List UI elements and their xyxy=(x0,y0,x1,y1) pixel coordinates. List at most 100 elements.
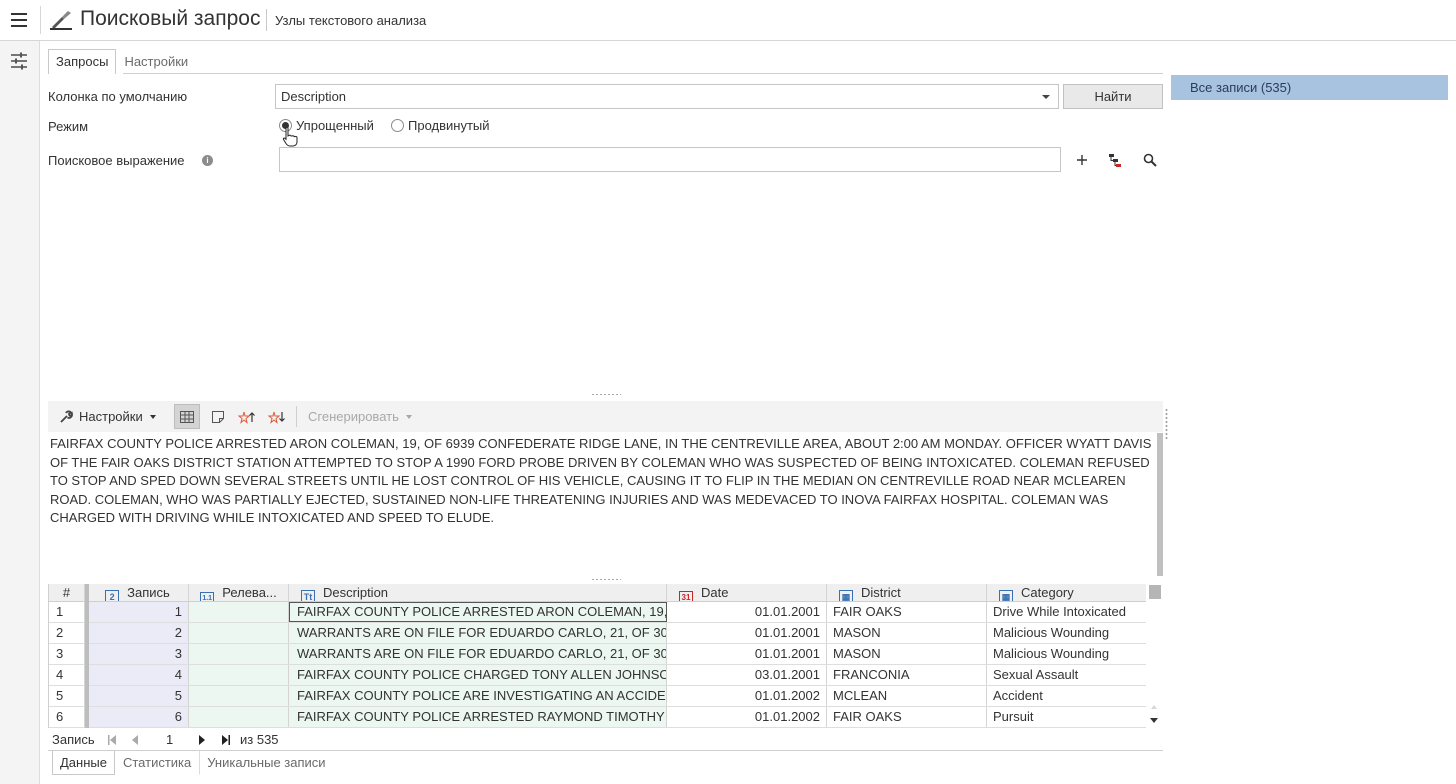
tab-data[interactable]: Данные xyxy=(52,751,115,775)
cell-record[interactable]: 2 xyxy=(87,623,189,643)
cell-record[interactable]: 4 xyxy=(87,665,189,685)
cell-date[interactable]: 03.01.2001 xyxy=(667,665,827,685)
all-records-item[interactable]: Все записи (535) xyxy=(1171,75,1448,100)
mode-advanced-label: Продвинутый xyxy=(408,118,490,133)
tab-unique-records[interactable]: Уникальные записи xyxy=(199,751,333,775)
default-column-select[interactable]: Description xyxy=(275,84,1059,109)
tab-statistics[interactable]: Статистика xyxy=(115,751,199,775)
scrollbar-thumb[interactable] xyxy=(1149,585,1161,599)
generate-dropdown-button[interactable]: Сгенерировать xyxy=(308,404,412,429)
table-row[interactable]: 1 1 FAIRFAX COUNTY POLICE ARRESTED ARON CO… xyxy=(49,602,1146,623)
cell-district[interactable]: FAIR OAKS xyxy=(827,707,987,727)
sort-desc-button[interactable] xyxy=(264,404,290,429)
search-icon[interactable] xyxy=(1142,152,1158,168)
page-subtitle: Узлы текстового анализа xyxy=(275,13,427,28)
cell-date[interactable]: 01.01.2001 xyxy=(667,602,827,622)
column-header-record[interactable]: 2 Запись xyxy=(87,584,189,601)
cell-record[interactable]: 5 xyxy=(87,686,189,706)
tree-structure-icon[interactable] xyxy=(1107,152,1123,168)
cell-num[interactable]: 4 xyxy=(49,665,85,685)
table-view-button[interactable] xyxy=(174,404,200,429)
cell-description[interactable]: FAIRFAX COUNTY POLICE ARRESTED RAYMOND T… xyxy=(289,707,667,727)
menu-icon[interactable] xyxy=(11,13,27,27)
next-page-icon[interactable] xyxy=(197,734,207,746)
cell-district[interactable]: MASON xyxy=(827,623,987,643)
cell-date[interactable]: 01.01.2001 xyxy=(667,623,827,643)
wrench-icon xyxy=(60,410,73,423)
settings-dropdown-button[interactable]: Настройки xyxy=(59,404,156,429)
find-button[interactable]: Найти xyxy=(1063,84,1163,109)
cell-description[interactable]: FAIRFAX COUNTY POLICE CHARGED TONY ALLEN… xyxy=(289,665,667,685)
cell-district[interactable]: MASON xyxy=(827,644,987,664)
sort-asc-button[interactable] xyxy=(234,404,260,429)
cell-relevance[interactable] xyxy=(189,623,289,643)
cell-relevance[interactable] xyxy=(189,665,289,685)
scroll-down-icon[interactable] xyxy=(1150,718,1158,723)
note-view-button[interactable] xyxy=(205,404,231,429)
scrollbar[interactable] xyxy=(1157,433,1163,576)
column-header-num[interactable]: # xyxy=(49,584,85,601)
splitter-handle[interactable] xyxy=(591,578,621,581)
cell-category[interactable]: Sexual Assault xyxy=(987,665,1146,685)
cell-description[interactable]: WARRANTS ARE ON FILE FOR EDUARDO CARLO, … xyxy=(289,644,667,664)
grid-scrollbar[interactable] xyxy=(1146,584,1163,728)
plus-icon[interactable] xyxy=(1074,152,1090,168)
cell-description[interactable]: FAIRFAX COUNTY POLICE ARE INVESTIGATING … xyxy=(289,686,667,706)
cell-date[interactable]: 01.01.2001 xyxy=(667,644,827,664)
cell-relevance[interactable] xyxy=(189,644,289,664)
column-header-date[interactable]: 31 Date xyxy=(667,584,827,601)
date-type-icon: 31 xyxy=(679,591,693,601)
cell-relevance[interactable] xyxy=(189,707,289,727)
cell-category[interactable]: Pursuit xyxy=(987,707,1146,727)
search-expression-input[interactable] xyxy=(279,147,1061,172)
column-header-category-label: Category xyxy=(1021,585,1074,600)
info-icon[interactable]: i xyxy=(202,155,213,166)
table-row[interactable]: 3 3 WARRANTS ARE ON FILE FOR EDUARDO CARLO… xyxy=(49,644,1146,665)
cell-num[interactable]: 5 xyxy=(49,686,85,706)
mode-label: Режим xyxy=(48,119,89,134)
current-page[interactable]: 1 xyxy=(166,732,173,747)
scroll-up-icon[interactable] xyxy=(1151,705,1157,709)
cell-num[interactable]: 2 xyxy=(49,623,85,643)
previous-page-icon[interactable] xyxy=(130,734,140,746)
splitter-handle[interactable] xyxy=(1165,408,1168,440)
search-query-app-icon xyxy=(50,11,72,30)
column-header-relevance[interactable]: 1.1 Релева... xyxy=(189,584,289,601)
cell-relevance[interactable] xyxy=(189,602,289,622)
cell-date[interactable]: 01.01.2002 xyxy=(667,707,827,727)
cell-category[interactable]: Malicious Wounding xyxy=(987,623,1146,643)
table-row[interactable]: 4 4 FAIRFAX COUNTY POLICE CHARGED TONY ALL… xyxy=(49,665,1146,686)
tab-queries[interactable]: Запросы xyxy=(48,49,117,74)
cell-category[interactable]: Malicious Wounding xyxy=(987,644,1146,664)
sliders-icon[interactable] xyxy=(10,52,28,70)
cell-category[interactable]: Drive While Intoxicated xyxy=(987,602,1146,622)
cell-num[interactable]: 6 xyxy=(49,707,85,727)
cell-description[interactable]: WARRANTS ARE ON FILE FOR EDUARDO CARLO, … xyxy=(289,623,667,643)
column-header-category[interactable]: ▦ Category xyxy=(987,584,1146,601)
cell-district[interactable]: MCLEAN xyxy=(827,686,987,706)
cell-num[interactable]: 1 xyxy=(49,602,85,622)
cell-district[interactable]: FAIR OAKS xyxy=(827,602,987,622)
cell-date[interactable]: 01.01.2002 xyxy=(667,686,827,706)
mode-simple-label: Упрощенный xyxy=(296,118,374,133)
column-header-description[interactable]: Tt Description xyxy=(289,584,667,601)
splitter-handle[interactable] xyxy=(591,393,621,396)
cell-num[interactable]: 3 xyxy=(49,644,85,664)
search-expression-label: Поисковое выражение xyxy=(48,153,185,168)
cell-record[interactable]: 6 xyxy=(87,707,189,727)
mode-advanced-radio[interactable]: Продвинутый xyxy=(391,118,490,133)
column-header-district[interactable]: ▦ District xyxy=(827,584,987,601)
chevron-down-icon xyxy=(1042,95,1050,99)
tab-settings[interactable]: Настройки xyxy=(116,49,196,74)
last-page-icon[interactable] xyxy=(221,734,231,746)
cell-district[interactable]: FRANCONIA xyxy=(827,665,987,685)
table-row[interactable]: 2 2 WARRANTS ARE ON FILE FOR EDUARDO CARLO… xyxy=(49,623,1146,644)
table-row[interactable]: 5 5 FAIRFAX COUNTY POLICE ARE INVESTIGATIN… xyxy=(49,686,1146,707)
cell-category[interactable]: Accident xyxy=(987,686,1146,706)
cell-relevance[interactable] xyxy=(189,686,289,706)
first-page-icon[interactable] xyxy=(107,734,117,746)
cell-description[interactable]: FAIRFAX COUNTY POLICE ARRESTED ARON COLE… xyxy=(289,602,667,622)
table-row[interactable]: 6 6 FAIRFAX COUNTY POLICE ARRESTED RAYMOND… xyxy=(49,707,1146,728)
cell-record[interactable]: 3 xyxy=(87,644,189,664)
cell-record[interactable]: 1 xyxy=(87,602,189,622)
